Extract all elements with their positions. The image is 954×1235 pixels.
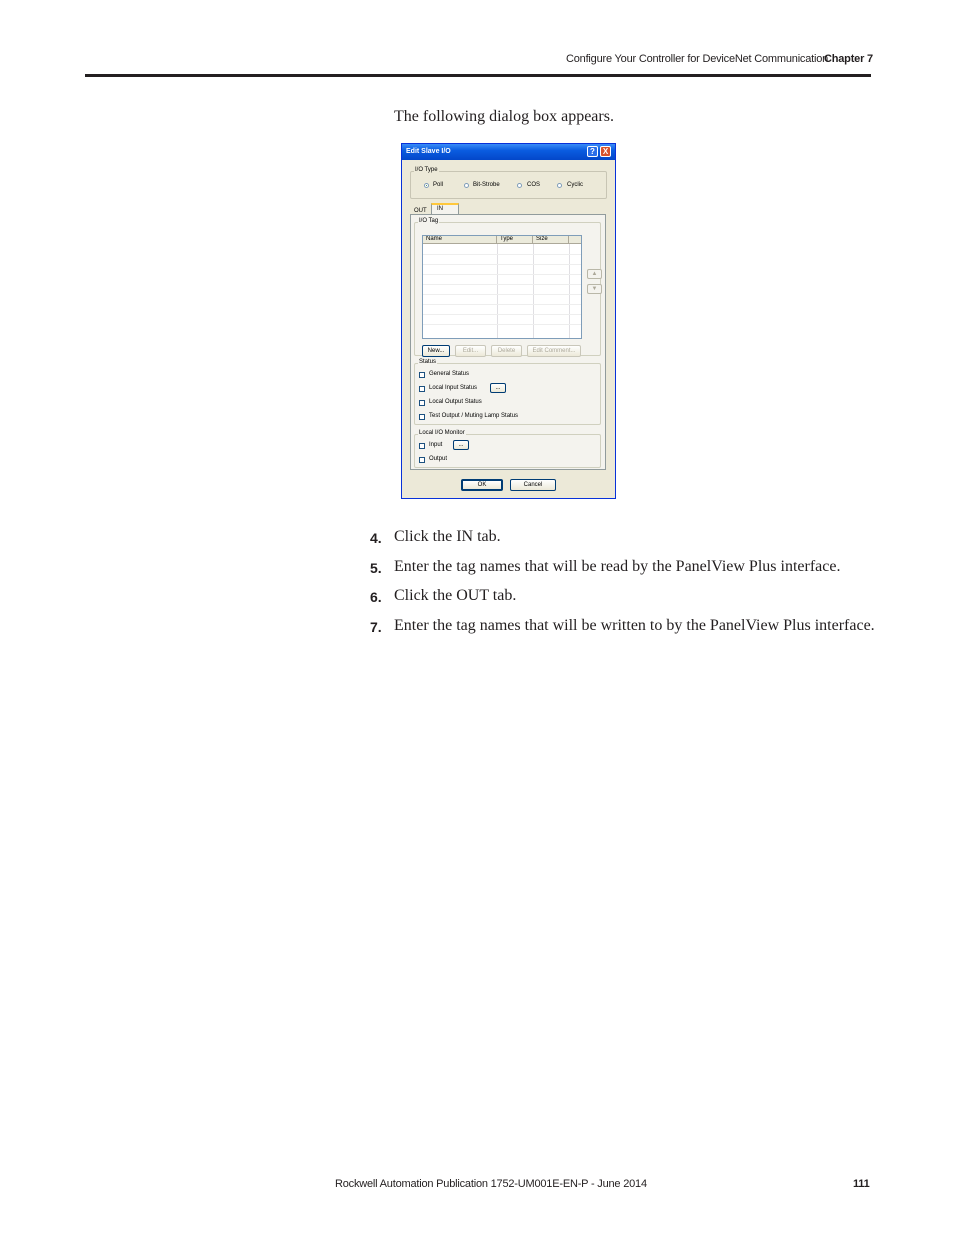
edit-button[interactable]: Edit... xyxy=(455,345,486,357)
new-button[interactable]: New... xyxy=(422,345,450,357)
step-text: Click the OUT tab. xyxy=(394,587,517,604)
local-output-status-checkbox[interactable] xyxy=(419,400,425,406)
step-number: 4. xyxy=(370,530,382,546)
general-status-label: General Status xyxy=(429,371,470,377)
footer-publication: Rockwell Automation Publication 1752-UM0… xyxy=(335,1178,647,1190)
local-io-monitor-group: Local I/O Monitor Input ... Output xyxy=(414,430,601,468)
radio-cyclic[interactable] xyxy=(557,183,562,188)
grid-line xyxy=(423,264,581,265)
tab-in-label: IN xyxy=(437,206,443,212)
close-icon[interactable]: X xyxy=(600,146,611,157)
radio-cyclic-label: Cyclic xyxy=(567,182,583,188)
radio-bit-strobe[interactable] xyxy=(464,183,469,188)
grid-line xyxy=(423,284,581,285)
grid-line xyxy=(423,304,581,305)
test-output-muting-lamp-status-label: Test Output / Muting Lamp Status xyxy=(429,413,519,419)
dialog-title-bar: Edit Slave I/O ? X xyxy=(402,144,615,160)
running-header-title: Configure Your Controller for DeviceNet … xyxy=(566,53,829,65)
input-monitor-label: Input xyxy=(429,442,443,448)
step-number: 6. xyxy=(370,589,382,605)
ok-button[interactable]: OK xyxy=(461,479,503,491)
local-output-status-label: Local Output Status xyxy=(429,399,482,405)
edit-comment-button[interactable]: Edit Comment... xyxy=(527,345,581,357)
grid-line xyxy=(423,314,581,315)
grid-line xyxy=(423,274,581,275)
delete-button[interactable]: Delete xyxy=(491,345,522,357)
local-input-status-browse-button[interactable]: ... xyxy=(490,383,506,393)
move-up-button[interactable]: ▲ xyxy=(587,269,602,279)
io-type-label: I/O Type xyxy=(414,167,439,173)
local-input-status-label: Local Input Status xyxy=(429,385,478,391)
header-rule xyxy=(85,74,871,77)
intro-text: The following dialog box appears. xyxy=(394,108,614,125)
grid-line xyxy=(423,254,581,255)
local-input-status-checkbox[interactable] xyxy=(419,386,425,392)
step-number: 7. xyxy=(370,619,382,635)
input-monitor-checkbox[interactable] xyxy=(419,443,425,449)
test-output-muting-lamp-status-checkbox[interactable] xyxy=(419,414,425,420)
radio-poll-label: Poll xyxy=(433,182,444,188)
radio-cos[interactable] xyxy=(517,183,522,188)
radio-bit-strobe-label: Bit-Strobe xyxy=(473,182,500,188)
column-name[interactable]: Name xyxy=(423,236,497,244)
grid-line xyxy=(423,294,581,295)
move-down-button[interactable]: ▼ xyxy=(587,284,602,294)
step-text: Enter the tag names that will be read by… xyxy=(394,558,841,575)
column-size[interactable]: Size xyxy=(533,236,569,244)
step-text: Click the IN tab. xyxy=(394,528,501,545)
status-group: Status General Status Local Input Status… xyxy=(414,359,601,425)
grid-line xyxy=(423,324,581,325)
io-tag-label: I/O Tag xyxy=(418,218,440,224)
column-spacer xyxy=(569,236,581,244)
status-label: Status xyxy=(418,359,438,365)
page-number: 111 xyxy=(853,1178,870,1190)
column-type[interactable]: Type xyxy=(497,236,533,244)
input-monitor-browse-button[interactable]: ... xyxy=(453,440,469,450)
step-number: 5. xyxy=(370,560,382,576)
local-io-monitor-label: Local I/O Monitor xyxy=(418,430,466,436)
running-header-chapter: Chapter 7 xyxy=(824,53,873,65)
io-tag-group: I/O Tag Name Type Size ▲ ▼ New... Edit..… xyxy=(414,218,602,357)
general-status-checkbox[interactable] xyxy=(419,372,425,378)
io-tag-table[interactable]: Name Type Size xyxy=(422,235,582,339)
output-monitor-checkbox[interactable] xyxy=(419,457,425,463)
radio-cos-label: COS xyxy=(527,182,541,188)
output-monitor-label: Output xyxy=(429,456,448,462)
step-text: Enter the tag names that will be written… xyxy=(394,617,875,634)
help-icon[interactable]: ? xyxy=(587,146,598,157)
radio-poll[interactable] xyxy=(424,183,429,188)
cancel-button[interactable]: Cancel xyxy=(510,479,556,491)
io-type-group: I/O Type Poll Bit-Strobe COS Cyclic xyxy=(410,167,607,199)
edit-slave-io-dialog: Edit Slave I/O ? X I/O Type Poll Bit-Str… xyxy=(401,143,616,499)
dialog-title: Edit Slave I/O xyxy=(406,148,451,155)
tab-panel: I/O Tag Name Type Size ▲ ▼ New... Edit..… xyxy=(410,214,606,470)
